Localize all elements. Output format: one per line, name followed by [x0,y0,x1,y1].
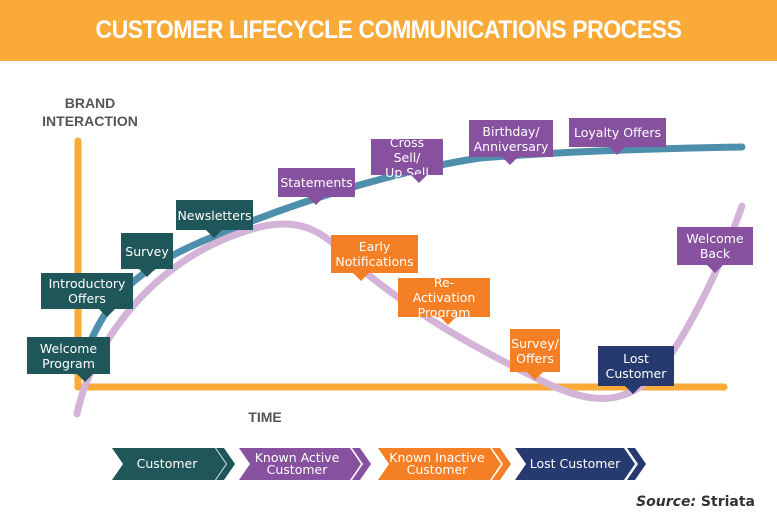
stage-lost-label: Lost Customer [530,456,621,471]
callout-line: Welcome [39,340,98,356]
callout-line: Cross Sell/ [389,134,425,165]
source-label: Source: [636,494,697,510]
callout-line: Notifications [335,254,414,269]
callout-line: Birthday/ [482,123,540,139]
callout-line: Newsletters [177,207,252,223]
callout-loyalty-offers: Loyalty Offers [569,118,666,155]
callout-line: Program [417,305,471,320]
callout-early-notifications: Early Notifications [331,235,418,281]
callout-line: Re-Activation [412,275,476,305]
source-value: Striata [700,494,755,510]
callout-line: Lost [623,351,649,366]
source-credit: Source: Striata [636,494,755,510]
callout-line: Survey [125,243,169,259]
callout-line: Introductory [48,276,126,291]
callout-line: Loyalty Offers [574,125,661,140]
callout-cross-sell: Cross Sell/Up Sell [371,135,443,183]
callout-lost-customer: Lost Customer [598,346,674,394]
callout-newsletters: Newsletters [176,200,253,238]
callout-introductory-offers: Introductory Offers [41,273,133,317]
callout-line: Back [699,246,731,261]
stage-customer-label: Customer [137,456,199,471]
stage-known-active-label2: Customer [267,462,329,477]
callout-survey: Survey [121,233,173,277]
callout-survey-offers: Survey/Offers [510,329,560,380]
callout-statements: Statements [278,168,355,205]
callout-line: Welcome [686,231,744,246]
stage-bar: Customer Known Active Customer Known Ina… [112,448,646,480]
callout-line: Program [42,355,95,371]
callout-re-activation: Re-Activation Program [398,275,490,325]
callout-line: Offers [516,350,554,366]
callout-welcome-back: Welcome Back [677,227,753,273]
callout-line: Anniversary [473,138,549,154]
stage-known-inactive-label2: Customer [407,462,469,477]
callout-line: Early [358,239,391,254]
callout-welcome-program: Welcome Program [27,337,110,382]
callout-line: Statements [280,175,353,190]
callout-line: Offers [68,291,106,306]
callout-line: Up Sell [385,164,429,180]
callout-line: Customer [605,366,667,381]
callout-line: Survey/ [511,335,559,351]
callout-birthday: Birthday/Anniversary [469,120,553,165]
